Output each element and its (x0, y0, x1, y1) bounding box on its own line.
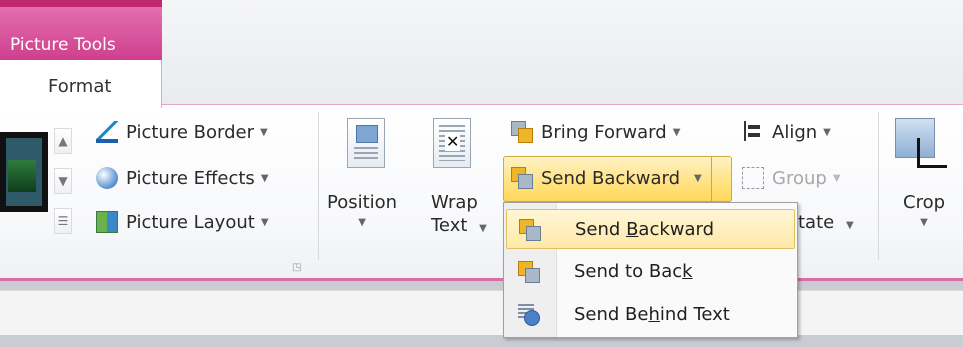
picture-border-button[interactable]: Picture Border ▼ (96, 121, 268, 143)
picture-layout-button[interactable]: Picture Layout ▼ (96, 211, 269, 233)
position-icon[interactable] (347, 118, 385, 168)
picture-style-thumbnail[interactable] (0, 132, 48, 212)
tab-format[interactable]: Format (0, 60, 162, 108)
wrap-label-line2: Text (431, 215, 468, 236)
group-separator (318, 112, 319, 260)
menu-item-label: Send to Back (574, 261, 693, 282)
chevron-down-icon: ▼ (259, 126, 268, 138)
chevron-down-icon: ▼ (845, 220, 854, 231)
context-group-label: Picture Tools (10, 35, 116, 55)
chevron-down-icon: ▼ (260, 172, 269, 184)
picture-effects-button[interactable]: Picture Effects ▼ (96, 167, 269, 189)
picture-effects-label: Picture Effects (126, 167, 255, 189)
crop-label: Crop (903, 192, 946, 213)
bring-forward-label: Bring Forward (541, 121, 667, 143)
send-backward-main[interactable]: Send Backward ▼ (511, 167, 702, 189)
ribbon-bottom-border (0, 278, 963, 281)
chevron-down-icon: ▼ (832, 172, 841, 184)
send-behind-text-icon (518, 304, 540, 326)
picture-layout-label: Picture Layout (126, 211, 255, 233)
bring-forward-icon (511, 121, 533, 143)
align-button[interactable]: Align ▼ (742, 121, 831, 143)
dialog-launcher-icon[interactable]: ◳ (292, 262, 301, 273)
group-icon (742, 167, 764, 189)
picture-effects-icon (96, 167, 118, 189)
rotate-label: tate (798, 212, 835, 233)
document-page (0, 290, 963, 335)
group-label: Group (772, 167, 827, 189)
chevron-down-icon: ▼ (479, 223, 487, 234)
wrap-text-icon[interactable] (433, 118, 471, 168)
align-icon (742, 121, 764, 143)
menu-item-send-backward[interactable]: Send Backward (506, 209, 795, 249)
picture-border-label: Picture Border (126, 121, 254, 143)
bring-forward-button[interactable]: Bring Forward ▼ (511, 121, 680, 143)
crop-icon[interactable] (895, 118, 947, 170)
contextual-tab-group: Picture Tools (0, 0, 162, 60)
send-backward-label: Send Backward (541, 167, 681, 189)
tab-format-label: Format (48, 76, 112, 97)
chevron-down-icon: ▼ (260, 216, 269, 228)
chevron-down-icon[interactable]: ▼ (694, 173, 702, 184)
send-backward-split-divider (711, 157, 712, 201)
menu-item-send-behind-text[interactable]: Send Behind Text (506, 295, 795, 335)
align-label: Align (772, 121, 818, 143)
chevron-down-icon: ▼ (823, 126, 831, 138)
wrap-label-line1: Wrap (431, 192, 478, 213)
send-backward-menu: Send Backward Send to Back Send Behind T… (503, 202, 798, 338)
send-backward-icon (511, 167, 533, 189)
picture-border-icon (96, 121, 118, 143)
send-backward-icon (519, 219, 541, 241)
chevron-down-icon: ▼ (358, 217, 366, 228)
wrap-text-button[interactable]: Wrap Text ▼ (431, 192, 487, 236)
menu-item-label: Send Backward (575, 219, 715, 240)
rotate-button[interactable]: tate ▼ (798, 212, 854, 233)
picture-layout-icon (96, 211, 118, 233)
gallery-scroll-up-button[interactable]: ▲ (54, 128, 72, 154)
menu-item-label: Send Behind Text (574, 304, 730, 325)
chevron-down-icon: ▼ (920, 217, 928, 228)
send-to-back-icon (518, 261, 540, 283)
group-separator (878, 112, 879, 260)
gallery-more-button[interactable]: ☰ (54, 208, 72, 234)
gallery-scroll-controls: ▲ ▼ ☰ (54, 128, 76, 238)
chevron-down-icon: ▼ (672, 126, 681, 138)
group-button[interactable]: Group ▼ (742, 167, 841, 189)
position-button[interactable]: Position ▼ (327, 192, 397, 228)
menu-item-send-to-back[interactable]: Send to Back (506, 252, 795, 292)
gallery-scroll-down-button[interactable]: ▼ (54, 168, 72, 194)
crop-button[interactable]: Crop ▼ (903, 192, 945, 228)
position-label: Position (327, 192, 398, 213)
